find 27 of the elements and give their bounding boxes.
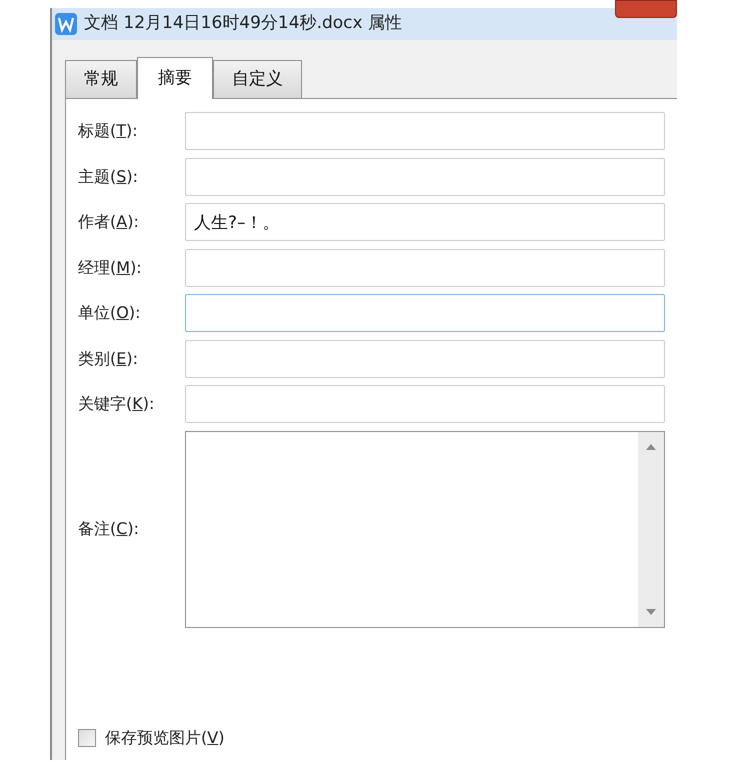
input-field[interactable]: [185, 158, 665, 196]
close-button[interactable]: [615, 0, 677, 18]
tab[interactable]: 自定义: [213, 60, 302, 98]
scroll-down-icon[interactable]: [646, 608, 656, 614]
checkbox-label: 保存预览图片(V): [105, 727, 224, 749]
tab[interactable]: 摘要: [137, 57, 213, 99]
notes-field[interactable]: [185, 430, 665, 628]
field-label: 主题(S):: [78, 166, 138, 186]
scroll-bar[interactable]: [638, 432, 664, 626]
scroll-up-icon[interactable]: [646, 444, 656, 450]
input-field[interactable]: [185, 340, 665, 378]
input-field[interactable]: [185, 294, 665, 332]
tab[interactable]: 常规: [65, 60, 137, 98]
document-icon: [54, 12, 78, 36]
input-field[interactable]: [185, 112, 665, 150]
input-field[interactable]: [185, 248, 665, 286]
window-title: 文档 12月14日16时49分14秒.docx 属性: [84, 12, 402, 36]
input-field[interactable]: 人生?–！。: [185, 203, 665, 241]
field-label: 标题(T):: [78, 121, 138, 140]
field-label: 作者(A):: [78, 212, 139, 231]
input-field[interactable]: [185, 385, 665, 423]
field-label: 单位(O):: [78, 303, 140, 322]
field-label: 关键字(K):: [78, 394, 154, 413]
checkbox[interactable]: [78, 729, 96, 747]
field-label: 类别(E):: [78, 348, 138, 368]
field-label: 备注(C):: [78, 519, 140, 538]
field-label: 经理(M):: [78, 258, 142, 276]
